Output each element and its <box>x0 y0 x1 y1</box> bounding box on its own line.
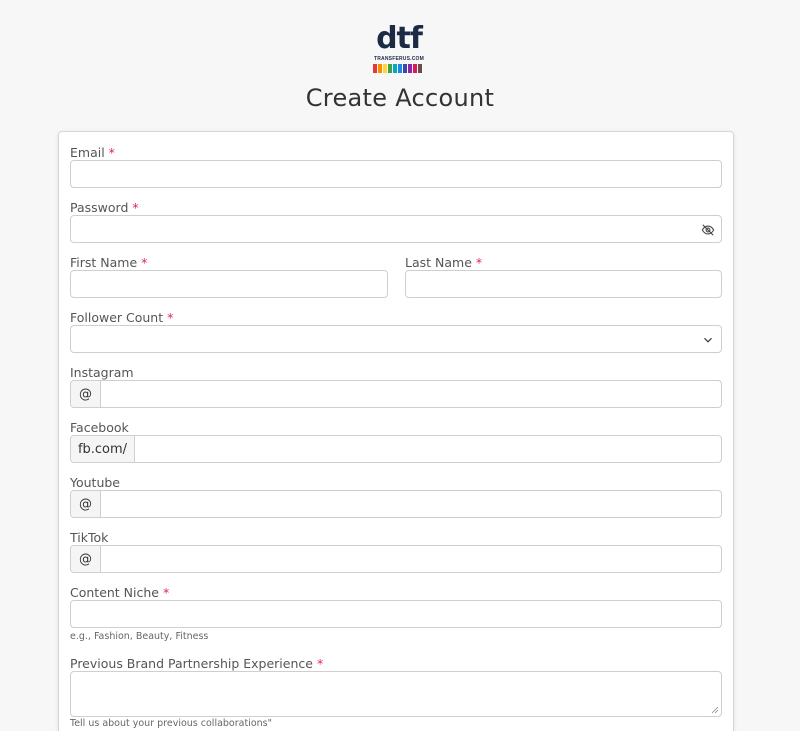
email-label: Email * <box>70 145 115 160</box>
required-marker: * <box>141 255 148 270</box>
youtube-field[interactable]: @ <box>70 490 722 518</box>
youtube-prefix: @ <box>71 491 101 517</box>
first-name-field[interactable] <box>70 270 388 298</box>
follower-count-label: Follower Count * <box>70 310 173 325</box>
required-marker: * <box>475 255 483 270</box>
logo-color-bar <box>403 64 407 73</box>
logo-color-bars <box>373 64 422 73</box>
partnership-label: Previous Brand Partnership Experience * <box>70 656 323 671</box>
logo-color-bar <box>393 64 397 73</box>
brand-logo: dtf TRANSFERUS.COM <box>372 22 426 74</box>
facebook-field[interactable]: fb.com/ <box>70 435 722 463</box>
content-niche-label: Content Niche * <box>70 585 169 600</box>
last-name-field[interactable] <box>405 270 722 298</box>
tiktok-field[interactable]: @ <box>70 545 722 573</box>
required-marker: * <box>108 145 115 160</box>
logo-color-bar <box>388 64 392 73</box>
logo-color-bar <box>408 64 412 73</box>
follower-count-select[interactable] <box>70 325 722 353</box>
first-name-label: First Name * <box>70 255 147 270</box>
email-label-text: Email <box>70 145 105 160</box>
instagram-field[interactable]: @ <box>70 380 722 408</box>
last-name-label-text: Last Name <box>405 255 472 270</box>
logo-text: dtf <box>376 21 423 56</box>
facebook-label: Facebook <box>70 420 129 435</box>
password-field[interactable] <box>70 215 722 243</box>
password-label: Password * <box>70 200 139 215</box>
chevron-down-icon <box>704 337 712 343</box>
logo-color-bar <box>373 64 377 73</box>
required-marker: * <box>162 585 170 600</box>
content-niche-field[interactable] <box>70 600 722 628</box>
resize-handle-icon[interactable] <box>711 706 719 714</box>
tiktok-label: TikTok <box>70 530 109 545</box>
email-field[interactable] <box>70 160 722 188</box>
instagram-label: Instagram <box>70 365 134 380</box>
youtube-label: Youtube <box>70 475 120 490</box>
follower-count-label-text: Follower Count <box>70 310 164 325</box>
logo-color-bar <box>398 64 402 73</box>
last-name-label: Last Name * <box>405 255 482 270</box>
content-niche-help: e.g., Fashion, Beauty, Fitness <box>70 631 209 642</box>
partnership-textarea[interactable] <box>70 671 722 717</box>
logo-subtext: TRANSFERUS.COM <box>373 56 425 62</box>
partnership-label-text: Previous Brand Partnership Experience <box>70 656 313 671</box>
required-marker: * <box>316 656 324 671</box>
content-niche-label-text: Content Niche <box>70 585 159 600</box>
signup-form: Email * Password * First Name * Last Nam… <box>58 131 734 731</box>
eye-off-icon[interactable] <box>701 223 715 237</box>
logo-color-bar <box>383 64 387 73</box>
logo-color-bar <box>378 64 382 73</box>
partnership-help: Tell us about your previous collaboratio… <box>70 718 272 729</box>
tiktok-prefix: @ <box>71 546 101 572</box>
logo-color-bar <box>418 64 422 73</box>
required-marker: * <box>167 310 174 325</box>
instagram-prefix: @ <box>71 381 101 407</box>
password-label-text: Password <box>70 200 129 215</box>
required-marker: * <box>132 200 139 215</box>
facebook-prefix: fb.com/ <box>71 436 135 462</box>
first-name-label-text: First Name <box>70 255 138 270</box>
page-title: Create Account <box>305 84 495 112</box>
logo-color-bar <box>413 64 417 73</box>
